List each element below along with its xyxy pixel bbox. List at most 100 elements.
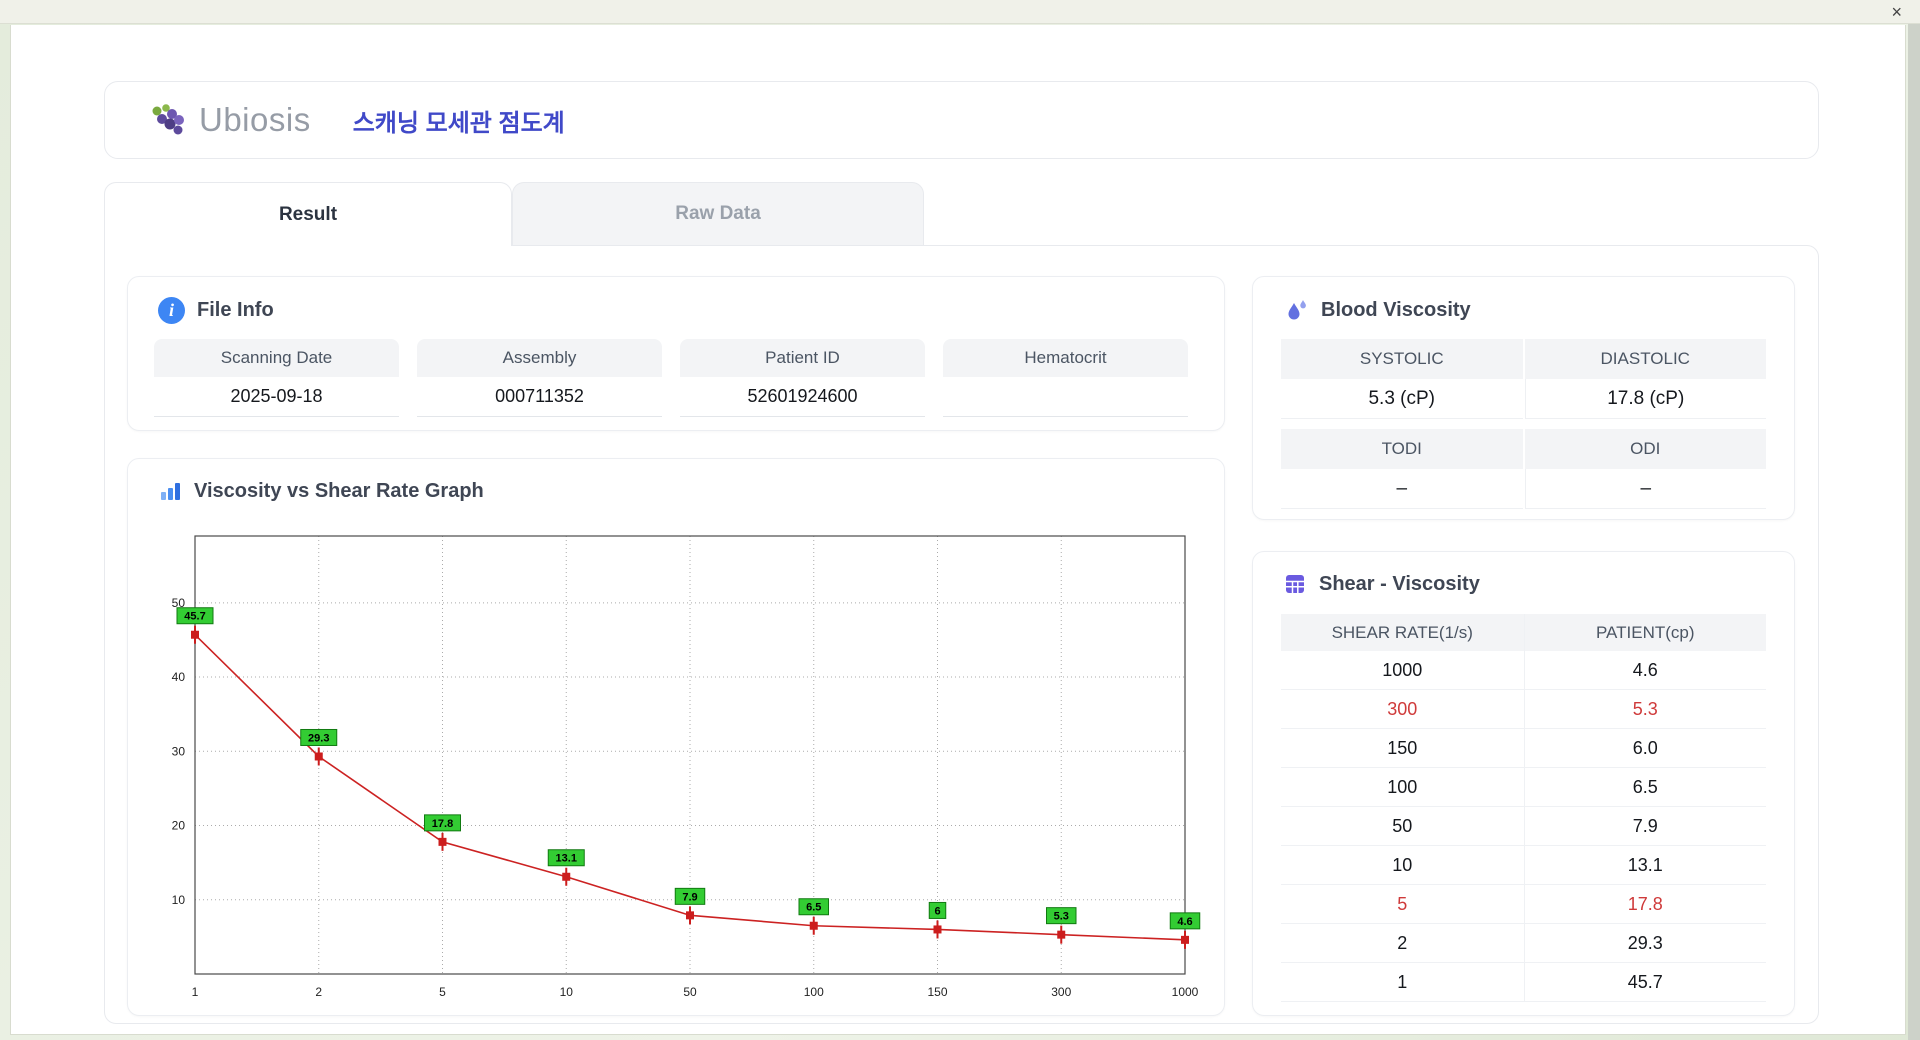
shear-rate-cell: 100 — [1281, 768, 1524, 807]
patient-cell: 7.9 — [1523, 807, 1766, 846]
app-window: Ubiosis 스캐닝 모세관 점도계 Result Raw Data i Fi… — [10, 25, 1906, 1035]
table-row: 50 7.9 — [1281, 807, 1766, 846]
odi-value: – — [1524, 469, 1766, 509]
titlebar: × — [0, 0, 1920, 24]
shear-rate-cell: 1000 — [1281, 651, 1524, 690]
svg-text:1: 1 — [192, 985, 199, 999]
systolic-value: 5.3 (cP) — [1281, 379, 1523, 419]
patient-cell: 6.0 — [1523, 729, 1766, 768]
svg-text:7.9: 7.9 — [682, 891, 697, 903]
field-patient-id: Patient ID 52601924600 — [680, 339, 925, 417]
svg-text:6: 6 — [934, 905, 940, 917]
tab-result[interactable]: Result — [104, 182, 512, 246]
field-label: Patient ID — [680, 339, 925, 377]
table-row: 300 5.3 — [1281, 690, 1766, 729]
patient-cell: 45.7 — [1523, 963, 1766, 1002]
shear-rate-cell: 10 — [1281, 846, 1524, 885]
logo-text: Ubiosis — [199, 101, 311, 138]
shear-rate-cell: 50 — [1281, 807, 1524, 846]
shear-rate-cell: 1 — [1281, 963, 1524, 1002]
field-label: Assembly — [417, 339, 662, 377]
patient-cell: 6.5 — [1523, 768, 1766, 807]
window-right-edge — [1908, 0, 1920, 1040]
field-label: Hematocrit — [943, 339, 1188, 377]
blood-viscosity-row-2: TODI ODI – – — [1281, 429, 1766, 509]
systolic-label: SYSTOLIC — [1281, 339, 1523, 379]
svg-text:17.8: 17.8 — [432, 818, 453, 830]
svg-text:4.6: 4.6 — [1177, 916, 1192, 928]
blood-viscosity-row-1: SYSTOLIC DIASTOLIC 5.3 (cP) 17.8 (cP) — [1281, 339, 1766, 419]
todi-label: TODI — [1281, 429, 1523, 469]
odi-label: ODI — [1524, 429, 1766, 469]
svg-text:20: 20 — [172, 819, 186, 833]
svg-text:1000: 1000 — [1172, 985, 1199, 999]
field-value: 000711352 — [417, 377, 662, 417]
svg-text:6.5: 6.5 — [806, 902, 821, 914]
viscosity-shear-chart: 10203040501 2 5 10 50 100 150 300 100045.729.317… — [172, 535, 1201, 999]
shear-rate-cell: 2 — [1281, 924, 1524, 963]
file-info-card: i File Info Scanning Date 2025-09-18 Ass… — [127, 276, 1225, 431]
svg-text:2: 2 — [315, 985, 322, 999]
viscosity-graph-card: Viscosity vs Shear Rate Graph 10 20 30 40 50… — [127, 458, 1225, 1016]
shear-viscosity-table: SHEAR RATE(1/s) PATIENT(cp) 1000 4.6 300… — [1281, 614, 1766, 1002]
file-info-title: i File Info — [128, 277, 1224, 324]
page-title: 스캐닝 모세관 점도계 — [352, 109, 565, 137]
svg-text:45.7: 45.7 — [184, 611, 205, 623]
info-icon: i — [158, 297, 185, 324]
field-assembly: Assembly 000711352 — [417, 339, 662, 417]
table-row: 1000 4.6 — [1281, 651, 1766, 690]
shear-rate-cell: 150 — [1281, 729, 1524, 768]
blood-viscosity-title: Blood Viscosity — [1253, 277, 1794, 323]
grapes-logo-icon — [149, 103, 189, 137]
svg-text:5.3: 5.3 — [1054, 911, 1069, 923]
column-header-shear-rate: SHEAR RATE(1/s) — [1281, 614, 1524, 651]
svg-text:13.1: 13.1 — [556, 853, 577, 865]
table-row: 10 13.1 — [1281, 846, 1766, 885]
shear-rate-cell: 300 — [1281, 690, 1524, 729]
card-title-text: Shear - Viscosity — [1319, 572, 1480, 595]
patient-cell: 5.3 — [1523, 690, 1766, 729]
svg-text:10: 10 — [172, 893, 186, 907]
svg-text:50: 50 — [683, 985, 697, 999]
svg-text:30: 30 — [172, 744, 186, 758]
table-icon — [1283, 572, 1307, 596]
table-row: 150 6.0 — [1281, 729, 1766, 768]
blood-viscosity-card: Blood Viscosity SYSTOLIC DIASTOLIC 5.3 (… — [1252, 276, 1795, 520]
svg-text:100: 100 — [804, 985, 824, 999]
droplet-icon — [1283, 297, 1309, 323]
todi-value: – — [1281, 469, 1523, 509]
diastolic-value: 17.8 (cP) — [1524, 379, 1766, 419]
table-row: 5 17.8 — [1281, 885, 1766, 924]
diastolic-label: DIASTOLIC — [1524, 339, 1766, 379]
card-title-text: Blood Viscosity — [1321, 298, 1471, 321]
card-title-text: File Info — [197, 299, 274, 321]
table-row: 1 45.7 — [1281, 963, 1766, 1002]
tab-raw-data[interactable]: Raw Data — [512, 182, 924, 245]
column-header-patient: PATIENT(cp) — [1523, 614, 1766, 651]
close-icon[interactable]: × — [1891, 1, 1902, 23]
svg-text:150: 150 — [927, 985, 947, 999]
field-scanning-date: Scanning Date 2025-09-18 — [154, 339, 399, 417]
shear-viscosity-card: Shear - Viscosity SHEAR RATE(1/s) PATIEN… — [1252, 551, 1795, 1016]
svg-text:40: 40 — [172, 670, 186, 684]
field-value: 52601924600 — [680, 377, 925, 417]
svg-text:300: 300 — [1051, 985, 1071, 999]
field-value — [943, 377, 1188, 417]
svg-text:10: 10 — [560, 985, 574, 999]
svg-text:5: 5 — [439, 985, 446, 999]
patient-cell: 29.3 — [1523, 924, 1766, 963]
svg-text:29.3: 29.3 — [308, 732, 329, 744]
table-row: 100 6.5 — [1281, 768, 1766, 807]
file-info-fields: Scanning Date 2025-09-18 Assembly 000711… — [154, 339, 1188, 417]
patient-cell: 4.6 — [1523, 651, 1766, 690]
patient-cell: 17.8 — [1523, 885, 1766, 924]
field-value: 2025-09-18 — [154, 377, 399, 417]
field-label: Scanning Date — [154, 339, 399, 377]
shear-viscosity-title: Shear - Viscosity — [1253, 552, 1794, 596]
ubiosis-logo: Ubiosis — [149, 101, 311, 139]
field-hematocrit: Hematocrit — [943, 339, 1188, 417]
patient-cell: 13.1 — [1523, 846, 1766, 885]
table-row: 2 29.3 — [1281, 924, 1766, 963]
shear-rate-cell: 5 — [1281, 885, 1524, 924]
table-header-row: SHEAR RATE(1/s) PATIENT(cp) — [1281, 614, 1766, 651]
